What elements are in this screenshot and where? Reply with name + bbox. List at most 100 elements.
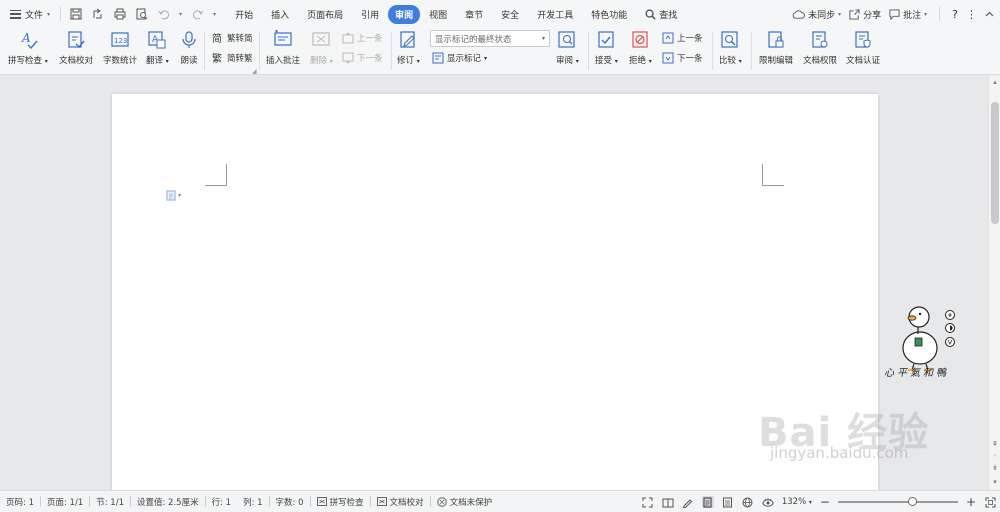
scroll-down-icon[interactable]: ▾ — [991, 478, 999, 486]
tab-home[interactable]: 开始 — [226, 5, 262, 24]
save-icon[interactable] — [69, 8, 82, 21]
compare-button[interactable]: 比较 ▾ — [719, 30, 742, 66]
vertical-scrollbar[interactable]: ▴ ⇞ ◦ ⇟ ▾ — [988, 76, 1000, 490]
markup-state-select[interactable]: 显示标记的最终状态 ▾ — [430, 30, 550, 47]
paragraph-layout-button[interactable]: ▾ — [166, 190, 181, 201]
prev-change-icon — [662, 32, 674, 44]
proofread-status[interactable]: 文档校对 — [371, 496, 430, 508]
search-button[interactable]: 查找 — [636, 5, 686, 24]
track-changes-label: 修订 — [397, 56, 415, 66]
tab-security[interactable]: 安全 — [492, 5, 528, 24]
read-aloud-button[interactable]: 朗读 — [179, 30, 199, 66]
show-markup-button[interactable]: 显示标记 ▾ — [432, 52, 487, 64]
tab-review[interactable]: 审阅 — [388, 4, 421, 24]
next-comment-button[interactable]: 下一条 — [342, 52, 383, 64]
writing-mode-icon[interactable] — [682, 496, 694, 508]
more-options-button[interactable]: ⋮ — [966, 8, 977, 21]
trad-to-simp-label: 繁转简 — [227, 34, 253, 44]
output-icon[interactable] — [91, 8, 104, 21]
print-icon[interactable] — [113, 8, 126, 21]
insert-comment-button[interactable]: 插入批注 — [266, 30, 300, 66]
tab-references[interactable]: 引用 — [352, 5, 388, 24]
redo-icon[interactable] — [191, 8, 204, 21]
zoom-slider-knob[interactable] — [907, 497, 917, 506]
tab-chapter[interactable]: 章节 — [456, 5, 492, 24]
tab-developer[interactable]: 开发工具 — [528, 5, 582, 24]
dialog-launcher-icon[interactable]: ◢ — [252, 68, 257, 75]
scrollbar-thumb[interactable] — [991, 102, 999, 224]
delete-comment-button[interactable]: 删除 ▾ — [310, 30, 333, 66]
spell-check-status-icon — [316, 497, 327, 506]
line-status[interactable]: 行: 1 — [206, 496, 237, 508]
spell-check-label: 拼写检查 — [8, 56, 43, 66]
collapse-ribbon-button[interactable] — [985, 11, 994, 17]
doc-proofread-button[interactable]: 文档校对 — [59, 30, 93, 66]
page-number-status[interactable]: 页码: 1 — [0, 496, 40, 508]
next-comment-icon — [342, 52, 354, 64]
zoom-level[interactable]: 132% ▾ — [782, 497, 812, 507]
tab-page-layout[interactable]: 页面布局 — [298, 5, 352, 24]
position-status[interactable]: 设置值: 2.5厘米 — [131, 496, 205, 508]
group-divider — [588, 32, 589, 70]
section-status[interactable]: 节: 1/1 — [90, 496, 130, 508]
doc-certify-button[interactable]: 文档认证 — [846, 30, 880, 66]
scroll-up-page-icon[interactable]: ⇞ — [991, 440, 999, 448]
fit-page-icon[interactable] — [984, 496, 996, 508]
prev-comment-button[interactable]: 上一条 — [342, 32, 383, 44]
outline-view-icon[interactable] — [722, 496, 734, 508]
spell-check-icon: A — [18, 30, 38, 50]
track-changes-button[interactable]: 修订 ▾ — [397, 30, 420, 66]
share-button[interactable]: 分享 — [849, 8, 881, 21]
comment-button[interactable]: 批注 ▾ — [889, 8, 927, 21]
proofread-status-label: 文档校对 — [389, 497, 424, 508]
eye-protection-icon[interactable] — [762, 496, 774, 508]
proofread-status-icon — [376, 497, 387, 506]
chevron-down-icon[interactable]: ▾ — [179, 11, 182, 18]
chevron-down-icon[interactable]: ▾ — [213, 11, 216, 18]
insert-comment-icon — [273, 30, 293, 50]
web-view-icon[interactable] — [742, 496, 754, 508]
reading-mode-icon[interactable] — [662, 496, 674, 508]
reject-button[interactable]: 拒绝 ▾ — [629, 30, 652, 66]
spell-check-status[interactable]: 拼写检查 — [311, 496, 370, 508]
tab-features[interactable]: 特色功能 — [582, 5, 636, 24]
sync-button[interactable]: 未同步 ▾ — [792, 8, 841, 21]
file-menu[interactable]: 文件 ▾ — [0, 4, 56, 24]
status-bar: 页码: 1 页面: 1/1 节: 1/1 设置值: 2.5厘米 行: 1 列: … — [0, 490, 1000, 512]
protect-status[interactable]: 文档未保护 — [431, 496, 499, 508]
zoom-value: 132% — [781, 497, 807, 507]
print-preview-icon[interactable] — [135, 8, 148, 21]
zoom-slider[interactable] — [837, 497, 958, 506]
page-view-icon[interactable] — [701, 496, 714, 508]
scroll-down-page-icon[interactable]: ⇟ — [991, 464, 999, 472]
quick-access-toolbar: ▾ ▾ — [65, 8, 224, 21]
translate-button[interactable]: A 翻译 ▾ — [146, 30, 169, 66]
tab-insert[interactable]: 插入 — [262, 5, 298, 24]
word-count-status[interactable]: 字数: 0 — [270, 496, 310, 508]
undo-icon[interactable] — [157, 8, 170, 21]
simp-to-trad-button[interactable]: 繁 简转繁 — [212, 52, 253, 64]
column-status[interactable]: 列: 1 — [237, 496, 268, 508]
delete-comment-icon — [311, 30, 331, 50]
trad-to-simp-button[interactable]: 简 繁转简 — [212, 32, 253, 44]
scroll-select-icon[interactable]: ◦ — [991, 452, 999, 460]
word-count-button[interactable]: 123 字数统计 — [103, 30, 137, 66]
scroll-up-icon[interactable]: ▴ — [991, 78, 999, 86]
zoom-out-icon[interactable]: − — [820, 495, 830, 509]
chevron-down-icon: ▾ — [838, 10, 842, 18]
accept-button[interactable]: 接受 ▾ — [595, 30, 618, 66]
help-button[interactable]: ? — [952, 8, 958, 21]
zoom-in-icon[interactable]: + — [966, 495, 976, 509]
doc-certify-label: 文档认证 — [846, 56, 881, 66]
delete-comment-label: 删除 — [310, 56, 328, 66]
doc-permission-button[interactable]: 文档权限 — [803, 30, 837, 66]
restrict-edit-button[interactable]: 限制编辑 — [759, 30, 793, 66]
tab-view[interactable]: 视图 — [420, 5, 456, 24]
prev-change-button[interactable]: 上一条 — [662, 32, 703, 44]
review-pane-button[interactable]: 审阅 ▾ — [556, 30, 579, 66]
spell-check-button[interactable]: A 拼写检查 ▾ — [8, 30, 48, 66]
pages-status[interactable]: 页面: 1/1 — [41, 496, 89, 508]
chevron-up-icon — [985, 11, 994, 17]
fullscreen-icon[interactable] — [642, 496, 654, 508]
next-change-button[interactable]: 下一条 — [662, 52, 703, 64]
